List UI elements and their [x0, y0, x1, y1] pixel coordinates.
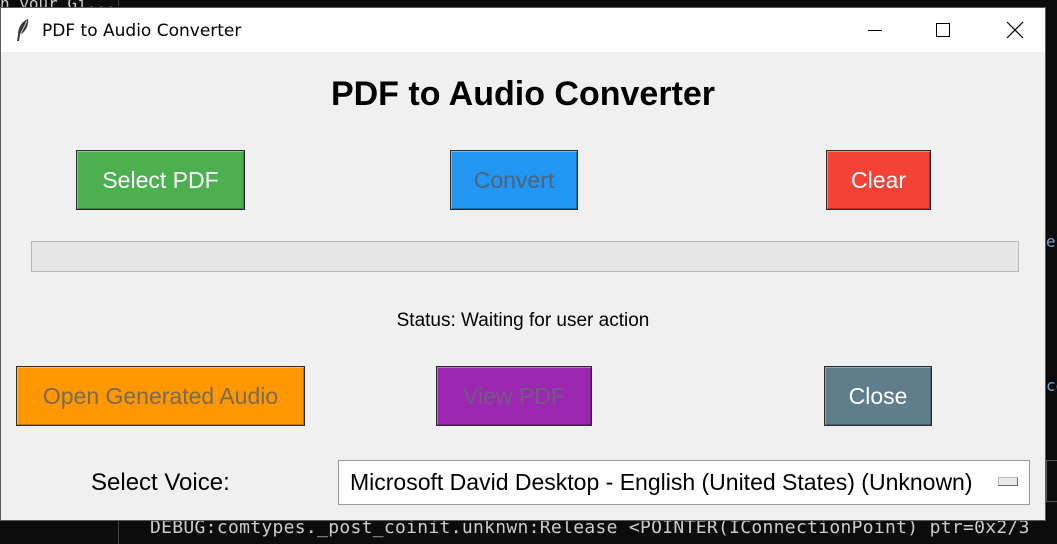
- maximize-button[interactable]: [913, 8, 973, 52]
- app-content: PDF to Audio Converter Select PDF Conver…: [1, 52, 1045, 522]
- terminal-text-fragment: el: [1046, 232, 1057, 251]
- voice-label: Select Voice:: [91, 469, 230, 496]
- minimize-icon: [868, 30, 882, 31]
- feather-icon: [15, 18, 31, 42]
- app-window: PDF to Audio Converter PDF to Audio Conv…: [0, 7, 1046, 521]
- view-pdf-button[interactable]: View PDF: [436, 366, 592, 426]
- close-button[interactable]: Close: [824, 366, 932, 426]
- maximize-icon: [936, 23, 950, 37]
- title-bar[interactable]: PDF to Audio Converter: [1, 8, 1045, 52]
- terminal-fragment-box: [1046, 460, 1057, 502]
- voice-select[interactable]: Microsoft David Desktop - English (Unite…: [338, 460, 1030, 505]
- terminal-divider: [118, 521, 119, 544]
- progress-bar: [31, 241, 1019, 272]
- close-window-button[interactable]: [985, 8, 1045, 52]
- status-label: Status: Waiting for user action: [396, 310, 650, 331]
- dropdown-indicator-icon[interactable]: [998, 477, 1018, 486]
- select-pdf-button[interactable]: Select PDF: [76, 150, 245, 210]
- terminal-divider: [118, 0, 119, 6]
- window-title: PDF to Audio Converter: [42, 21, 242, 41]
- minimize-button[interactable]: [845, 8, 905, 52]
- convert-button[interactable]: Convert: [450, 150, 578, 210]
- clear-button[interactable]: Clear: [826, 150, 931, 210]
- voice-selected-value: Microsoft David Desktop - English (Unite…: [350, 469, 973, 495]
- close-icon: [1006, 21, 1024, 39]
- page-title: PDF to Audio Converter: [330, 75, 716, 113]
- open-generated-audio-button[interactable]: Open Generated Audio: [16, 366, 305, 426]
- terminal-text-fragment: ce: [1046, 376, 1057, 395]
